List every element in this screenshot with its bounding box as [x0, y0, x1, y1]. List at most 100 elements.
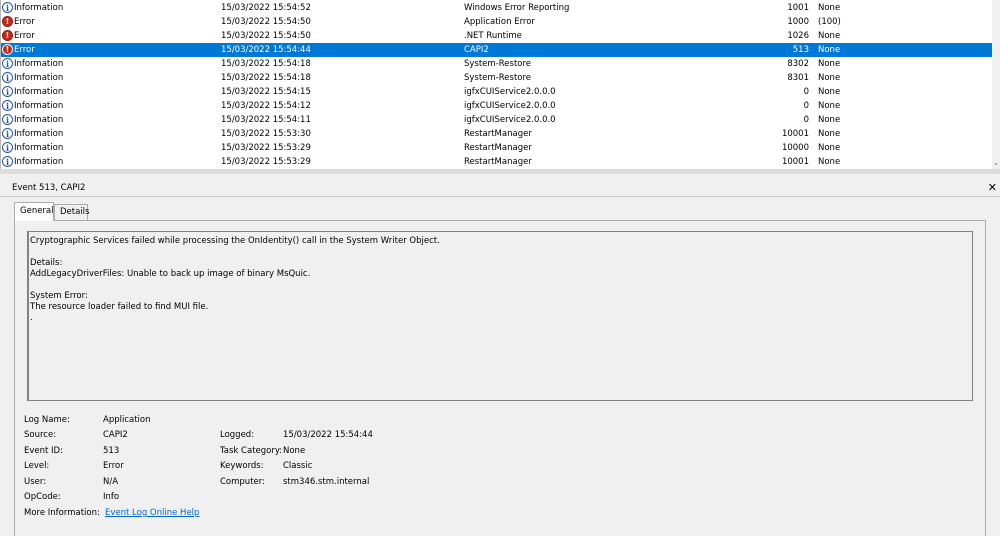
- event-datetime: 15/03/2022 15:53:30: [221, 129, 311, 139]
- event-task-category: None: [818, 157, 841, 167]
- source-label: Source:: [24, 430, 57, 440]
- close-icon[interactable]: ✕: [988, 182, 997, 194]
- event-level: Error: [14, 31, 35, 41]
- event-id: 10000: [781, 143, 809, 153]
- tab-details[interactable]: Details: [54, 204, 89, 220]
- event-source: RestartManager: [464, 129, 532, 139]
- event-id: 10001: [781, 157, 809, 167]
- event-level: Information: [14, 87, 64, 97]
- event-row[interactable]: ! Error 15/03/2022 15:54:44 CAPI2 513 None: [1, 43, 993, 57]
- event-row[interactable]: i Information 15/03/2022 15:54:18 System-Re…: [1, 57, 993, 71]
- event-row[interactable]: i Information 15/03/2022 15:54:18 System-Re…: [1, 71, 993, 85]
- event-log-online-help-link[interactable]: Event Log Online Help: [105, 508, 199, 518]
- message-box-border: [27, 231, 29, 401]
- event-level: Information: [14, 157, 64, 167]
- event-level: Error: [14, 45, 35, 55]
- event-task-category: None: [818, 143, 841, 153]
- error-icon: !: [2, 30, 13, 41]
- user-value: N/A: [103, 477, 119, 487]
- event-datetime: 15/03/2022 15:54:18: [221, 59, 311, 69]
- log-name-label: Log Name:: [24, 415, 70, 425]
- event-row[interactable]: i Information 15/03/2022 15:54:52 Windows E…: [1, 1, 993, 15]
- event-id: 1026: [787, 31, 809, 41]
- event-id: 1000: [787, 17, 809, 27]
- event-source: Windows Error Reporting: [464, 3, 570, 13]
- source-value: CAPI2: [103, 430, 128, 440]
- information-icon: i: [2, 72, 13, 83]
- event-id: 8302: [787, 59, 809, 69]
- event-id: 513: [792, 45, 809, 55]
- information-icon: i: [2, 114, 13, 125]
- information-icon: i: [2, 58, 13, 69]
- scroll-down-arrow-icon[interactable]: ⌄: [992, 158, 1000, 168]
- tab-general[interactable]: General: [14, 202, 54, 221]
- event-datetime: 15/03/2022 15:54:50: [221, 17, 311, 27]
- logged-label: Logged:: [220, 430, 255, 440]
- opcode-label: OpCode:: [24, 492, 61, 502]
- event-row[interactable]: ! Error 15/03/2022 15:54:50 .NET Runtime 102…: [1, 29, 993, 43]
- event-row[interactable]: ! Error 15/03/2022 15:54:50 Application Err…: [1, 15, 993, 29]
- event-message-box[interactable]: Cryptographic Services failed while proc…: [27, 231, 973, 401]
- event-level: Information: [14, 73, 64, 83]
- event-task-category: (100): [818, 17, 841, 27]
- event-task-category: None: [818, 59, 841, 69]
- list-scrollbar[interactable]: [992, 0, 1000, 169]
- event-source: igfxCUIService2.0.0.0: [464, 101, 556, 111]
- event-list: i Information 15/03/2022 15:54:52 Windows E…: [0, 0, 1000, 169]
- event-datetime: 15/03/2022 15:54:44: [221, 45, 311, 55]
- event-id: 8301: [787, 73, 809, 83]
- event-source: CAPI2: [464, 45, 489, 55]
- event-source: System-Restore: [464, 59, 532, 69]
- event-datetime: 15/03/2022 15:53:29: [221, 143, 311, 153]
- error-icon: !: [2, 44, 13, 55]
- event-datetime: 15/03/2022 15:54:18: [221, 73, 311, 83]
- event-row[interactable]: i Information 15/03/2022 15:54:15 igfxCUISe…: [1, 85, 993, 99]
- keywords-label: Keywords:: [220, 461, 264, 471]
- details-header: Event 513, CAPI2 ✕: [0, 179, 1000, 197]
- event-source: .NET Runtime: [464, 31, 522, 41]
- event-id: 0: [803, 101, 809, 111]
- information-icon: i: [2, 156, 13, 167]
- more-info-label: More Information:: [24, 508, 100, 518]
- event-task-category: None: [818, 87, 841, 97]
- event-datetime: 15/03/2022 15:54:52: [221, 3, 311, 13]
- event-level: Information: [14, 101, 64, 111]
- general-tab-body: Cryptographic Services failed while proc…: [14, 220, 986, 540]
- event-id: 1001: [787, 3, 809, 13]
- information-icon: i: [2, 100, 13, 111]
- event-source: Application Error: [464, 17, 535, 27]
- error-icon: !: [2, 16, 13, 27]
- event-datetime: 15/03/2022 15:54:50: [221, 31, 311, 41]
- event-task-category: None: [818, 45, 841, 55]
- event-row[interactable]: i Information 15/03/2022 15:53:29 RestartMa…: [1, 155, 993, 169]
- event-task-category: None: [818, 129, 841, 139]
- event-datetime: 15/03/2022 15:54:11: [221, 115, 311, 125]
- task-category-label: Task Category:: [220, 446, 283, 456]
- event-datetime: 15/03/2022 15:53:29: [221, 157, 311, 167]
- event-datetime: 15/03/2022 15:54:15: [221, 87, 311, 97]
- details-header-title: Event 513, CAPI2: [12, 183, 86, 193]
- event-task-category: None: [818, 115, 841, 125]
- event-source: System-Restore: [464, 73, 532, 83]
- event-task-category: None: [818, 101, 841, 111]
- event-level: Information: [14, 129, 64, 139]
- event-task-category: None: [818, 73, 841, 83]
- event-id-label: Event ID:: [24, 446, 63, 456]
- event-task-category: None: [818, 3, 841, 13]
- information-icon: i: [2, 86, 13, 97]
- log-name-value: Application: [103, 415, 151, 425]
- level-label: Level:: [24, 461, 50, 471]
- event-id: 10001: [781, 129, 809, 139]
- event-row[interactable]: i Information 15/03/2022 15:53:29 RestartMa…: [1, 141, 993, 155]
- information-icon: i: [2, 128, 13, 139]
- event-source: RestartManager: [464, 143, 532, 153]
- event-row[interactable]: i Information 15/03/2022 15:53:30 RestartMa…: [1, 127, 993, 141]
- event-row[interactable]: i Information 15/03/2022 15:54:11 igfxCUISe…: [1, 113, 993, 127]
- information-icon: i: [2, 2, 13, 13]
- event-row[interactable]: i Information 15/03/2022 15:54:12 igfxCUISe…: [1, 99, 993, 113]
- level-value: Error: [103, 461, 124, 471]
- event-level: Error: [14, 17, 35, 27]
- event-level: Information: [14, 59, 64, 69]
- event-level: Information: [14, 115, 64, 125]
- task-category-value: None: [283, 446, 306, 456]
